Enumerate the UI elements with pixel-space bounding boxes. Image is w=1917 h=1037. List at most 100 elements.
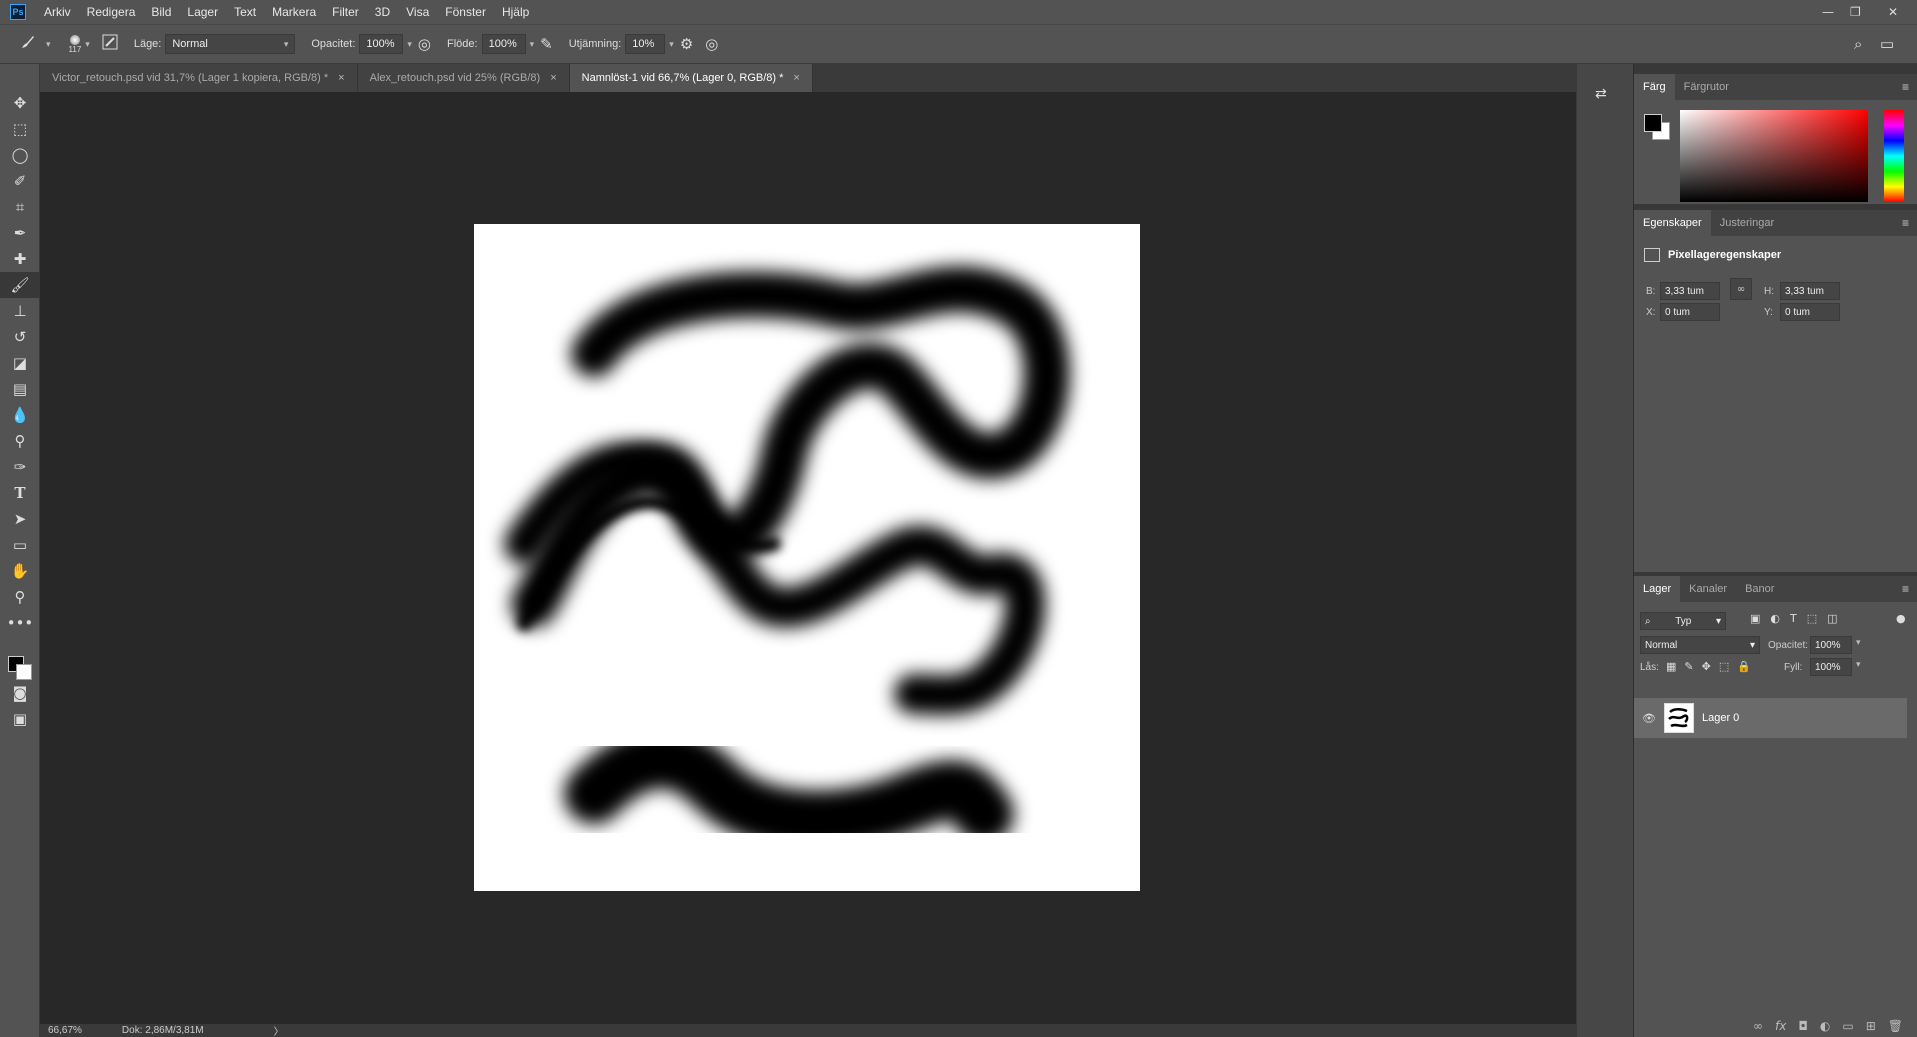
lock-pixels-icon[interactable]: ✎: [1684, 660, 1693, 673]
history-panel-icon[interactable]: ⇄: [1595, 86, 1633, 102]
flow-input[interactable]: 100%: [481, 34, 526, 54]
tab-egenskaper[interactable]: Egenskaper: [1634, 210, 1711, 236]
y-input[interactable]: 0 tum: [1780, 303, 1840, 321]
gear-icon[interactable]: ⚙: [680, 35, 693, 53]
menu-arkiv[interactable]: Arkiv: [36, 5, 79, 19]
rectangle-tool-icon[interactable]: ▭: [0, 532, 40, 558]
tab-kanaler[interactable]: Kanaler: [1680, 576, 1736, 602]
type-filter-icon[interactable]: T: [1790, 612, 1797, 625]
menu-lager[interactable]: Lager: [179, 5, 226, 19]
close-icon[interactable]: ×: [550, 72, 556, 84]
opacity-chevron-icon[interactable]: ▾: [407, 39, 412, 50]
close-window-button[interactable]: ✕: [1888, 0, 1898, 24]
tab-namnlost-1[interactable]: Namnlöst-1 vid 66,7% (Lager 0, RGB/8) * …: [569, 64, 813, 92]
pressure-size-icon[interactable]: ◎: [705, 35, 718, 53]
quick-select-tool-icon[interactable]: ✐: [0, 168, 40, 194]
document-canvas[interactable]: [474, 224, 1140, 891]
image-filter-icon[interactable]: ▣: [1750, 612, 1760, 625]
new-group-icon[interactable]: ▭: [1842, 1019, 1853, 1033]
visibility-eye-icon[interactable]: 👁: [1642, 712, 1656, 725]
workspace-icon[interactable]: ▭: [1880, 35, 1894, 53]
shape-filter-icon[interactable]: ⬚: [1807, 612, 1817, 625]
lock-transparency-icon[interactable]: ▦: [1666, 660, 1676, 673]
eyedropper-tool-icon[interactable]: ✒: [0, 220, 40, 246]
brush-settings-icon[interactable]: [102, 34, 118, 54]
trash-icon[interactable]: 🗑: [1888, 1019, 1903, 1033]
adjustment-layer-icon[interactable]: ◐: [1820, 1019, 1830, 1033]
path-select-tool-icon[interactable]: ➤: [0, 506, 40, 532]
menu-fonster[interactable]: Fönster: [437, 5, 494, 19]
dodge-tool-icon[interactable]: ⚲: [0, 428, 40, 454]
brush-preset-chevron-icon[interactable]: ▾: [85, 39, 90, 50]
minimize-button[interactable]: —: [1822, 0, 1834, 24]
smart-object-filter-icon[interactable]: ◫: [1827, 612, 1837, 625]
layer-row[interactable]: 👁 Lager 0: [1634, 698, 1907, 738]
tab-fargrutor[interactable]: Färgrutor: [1675, 74, 1738, 100]
tab-alex-retouch[interactable]: Alex_retouch.psd vid 25% (RGB/8) ×: [357, 64, 570, 92]
mode-select[interactable]: Normal ▾: [165, 34, 296, 54]
panel-menu-icon[interactable]: ≡: [1902, 216, 1909, 230]
quick-mask-icon[interactable]: ◙: [0, 680, 40, 706]
foreground-color-swatch-front[interactable]: [1644, 114, 1662, 132]
filter-toggle-icon[interactable]: ●: [1896, 612, 1906, 625]
color-swatches[interactable]: [0, 636, 39, 680]
close-icon[interactable]: ×: [793, 72, 799, 84]
lock-position-icon[interactable]: ✥: [1702, 660, 1711, 673]
stamp-tool-icon[interactable]: ⊥: [0, 298, 40, 324]
menu-markera[interactable]: Markera: [264, 5, 324, 19]
menu-3d[interactable]: 3D: [367, 5, 398, 19]
x-input[interactable]: 0 tum: [1660, 303, 1720, 321]
lock-artboard-icon[interactable]: ⬚: [1719, 660, 1729, 673]
restore-button[interactable]: ❐: [1850, 0, 1861, 24]
blur-tool-icon[interactable]: 💧: [0, 402, 40, 428]
zoom-tool-icon[interactable]: ⚲: [0, 584, 40, 610]
brush-preset-picker[interactable]: 117: [69, 34, 81, 54]
zoom-level[interactable]: 66,67%: [48, 1025, 82, 1036]
tool-preset-chevron-icon[interactable]: ▾: [46, 39, 51, 50]
tab-farg[interactable]: Färg: [1634, 74, 1675, 100]
fx-icon[interactable]: fx: [1775, 1019, 1786, 1033]
screen-mode-icon[interactable]: ▣: [0, 706, 40, 732]
link-layers-icon[interactable]: ∞: [1753, 1019, 1763, 1033]
airbrush-icon[interactable]: ✎: [540, 35, 553, 53]
brush-tool-icon[interactable]: [20, 34, 36, 54]
history-brush-tool-icon[interactable]: ↺: [0, 324, 40, 350]
layer-opacity-input[interactable]: 100%: [1810, 636, 1852, 654]
tab-justeringar[interactable]: Justeringar: [1711, 210, 1783, 236]
eraser-tool-icon[interactable]: ◪: [0, 350, 40, 376]
layer-filter-select[interactable]: ⌕ Typ ▾: [1640, 612, 1726, 630]
new-layer-icon[interactable]: ⊞: [1866, 1019, 1876, 1033]
lock-all-icon[interactable]: 🔒: [1737, 660, 1751, 673]
tab-lager[interactable]: Lager: [1634, 576, 1681, 602]
layer-name[interactable]: Lager 0: [1702, 712, 1739, 724]
move-tool-icon[interactable]: ✥: [0, 90, 40, 116]
search-icon[interactable]: ⌕: [1854, 36, 1862, 53]
link-icon[interactable]: ∞: [1730, 278, 1752, 300]
canvas-area[interactable]: [40, 92, 1576, 1024]
crop-tool-icon[interactable]: ⌗: [0, 194, 40, 220]
flow-chevron-icon[interactable]: ▾: [530, 39, 535, 50]
tab-victor-retouch[interactable]: Victor_retouch.psd vid 31,7% (Lager 1 ko…: [40, 64, 358, 92]
lasso-tool-icon[interactable]: ◯: [0, 142, 40, 168]
status-menu-arrow-icon[interactable]: 〉: [274, 1023, 284, 1037]
menu-redigera[interactable]: Redigera: [79, 5, 144, 19]
menu-filter[interactable]: Filter: [324, 5, 367, 19]
brush-tool-icon[interactable]: 🖌: [0, 272, 40, 298]
fill-input[interactable]: 100%: [1810, 658, 1852, 676]
fill-chevron-icon[interactable]: ▾: [1856, 660, 1861, 670]
opacity-chevron-icon[interactable]: ▾: [1856, 638, 1861, 648]
menu-hjalp[interactable]: Hjälp: [494, 5, 537, 19]
width-input[interactable]: 3,33 tum: [1660, 282, 1720, 300]
pen-tool-icon[interactable]: ✑: [0, 454, 40, 480]
add-mask-icon[interactable]: ◘: [1798, 1019, 1808, 1033]
smoothing-chevron-icon[interactable]: ▾: [669, 39, 674, 50]
panel-menu-icon[interactable]: ≡: [1902, 582, 1909, 596]
blend-mode-select[interactable]: Normal ▾: [1640, 636, 1760, 654]
hand-tool-icon[interactable]: ✋: [0, 558, 40, 584]
menu-visa[interactable]: Visa: [398, 5, 437, 19]
more-tools-icon[interactable]: •••: [0, 610, 40, 636]
type-tool-icon[interactable]: T: [0, 480, 40, 506]
close-icon[interactable]: ×: [338, 72, 344, 84]
background-color-swatch[interactable]: [16, 664, 32, 680]
hue-slider[interactable]: [1884, 110, 1904, 202]
